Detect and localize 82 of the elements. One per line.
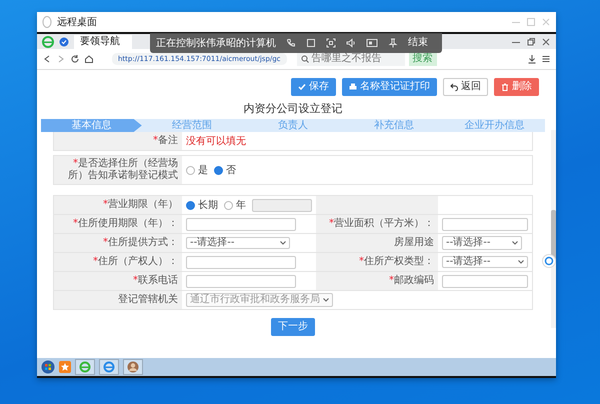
restore-icon[interactable] — [526, 36, 536, 46]
field-label: *住所使用期限（年）： — [73, 218, 178, 230]
field-label: *住所产权类型： — [359, 256, 434, 268]
field-label: *营业期限（年） — [103, 199, 178, 211]
input-field[interactable] — [186, 218, 296, 230]
monitor-icon[interactable] — [366, 38, 378, 48]
select-field[interactable]: --请选择-- — [186, 237, 290, 249]
field-label: *是否选择住所（经营场所）告知承诺制登记模式 — [67, 158, 178, 182]
back-button[interactable]: 返回 — [443, 78, 488, 96]
delete-button[interactable]: 删除 — [494, 78, 539, 96]
select-field[interactable]: --请选择-- — [442, 236, 522, 250]
search-button[interactable]: 搜索 — [408, 52, 437, 66]
browser-tab[interactable]: 要领导航 — [74, 34, 132, 48]
window-title: 远程桌面 — [57, 16, 97, 29]
taskbar-button[interactable] — [123, 359, 143, 375]
scrollbar[interactable] — [551, 130, 556, 328]
input-field[interactable] — [186, 274, 296, 288]
search-field[interactable]: 告哪里之不报告 — [296, 52, 405, 66]
radio-button[interactable] — [186, 166, 195, 174]
field-label: *备注 — [153, 135, 178, 147]
undo-icon — [450, 83, 458, 91]
menu-icon[interactable] — [541, 54, 551, 64]
fit-screen-icon[interactable] — [306, 38, 316, 48]
status-text: 正在控制张伟承昭的计算机 — [156, 36, 276, 50]
field-label: *营业面积（平方米）： — [329, 218, 434, 230]
start-orb-icon[interactable] — [41, 360, 55, 374]
back-icon[interactable] — [42, 54, 52, 64]
option-label: 年 — [236, 199, 246, 212]
field-label: *联系电话 — [133, 275, 178, 287]
step-tab[interactable]: 企业开办信息 — [444, 119, 545, 132]
input-field[interactable] — [252, 198, 312, 212]
printer-icon — [349, 83, 357, 91]
caret-icon — [518, 260, 524, 264]
option-label: 否 — [226, 164, 236, 177]
close-icon[interactable] — [541, 36, 551, 46]
phone-icon[interactable] — [286, 38, 296, 48]
input-field[interactable] — [442, 274, 528, 288]
radio-button[interactable] — [214, 166, 223, 174]
step-tab[interactable]: 基本信息 — [41, 119, 142, 132]
caret-icon — [280, 241, 286, 245]
step-tab[interactable]: 经营范围 — [142, 119, 243, 132]
next-button[interactable]: 下一步 — [271, 318, 315, 336]
forward-icon[interactable] — [56, 54, 66, 64]
field-label: 登记管辖机关 — [118, 294, 178, 306]
check-icon — [298, 83, 306, 91]
avatar-icon — [127, 361, 139, 373]
pin-icon[interactable] — [388, 38, 398, 48]
end-button[interactable]: 结束 — [408, 37, 428, 49]
radio-button[interactable] — [224, 200, 233, 210]
caret-icon — [323, 298, 329, 302]
page-title: 内资分公司设立登记 — [242, 101, 344, 117]
browser-logo-icon — [103, 361, 115, 373]
print-button[interactable]: 名称登记证打印 — [342, 78, 437, 96]
option-label: 长期 — [198, 198, 218, 212]
egg-icon — [42, 16, 52, 28]
select-field[interactable]: 通辽市行政审批和政务服务局 — [186, 293, 333, 307]
option-label: 是 — [198, 164, 208, 177]
download-icon[interactable] — [527, 54, 537, 64]
field-label: *邮政编码 — [389, 275, 434, 287]
browser-logo-icon — [42, 36, 54, 48]
select-field[interactable]: --请选择-- — [442, 256, 528, 268]
trash-icon — [501, 83, 509, 91]
refresh-icon[interactable] — [70, 54, 80, 64]
save-button[interactable]: 保存 — [291, 78, 336, 96]
browser-logo-icon — [79, 361, 91, 373]
input-field[interactable] — [186, 256, 296, 268]
step-tab[interactable]: 补充信息 — [343, 119, 444, 132]
shield-icon[interactable] — [59, 36, 69, 46]
speaker-icon[interactable] — [346, 38, 356, 48]
step-tab[interactable]: 负责人 — [242, 119, 344, 132]
radio-button[interactable] — [186, 200, 195, 210]
home-icon[interactable] — [84, 54, 94, 64]
field-label: *住所（产权人）： — [93, 256, 178, 268]
search-icon — [300, 55, 309, 63]
fullscreen-icon[interactable] — [326, 38, 336, 48]
input-field[interactable] — [442, 218, 528, 230]
field-label: *住所提供方式： — [103, 237, 178, 249]
hint-text: 没有可以填无 — [186, 134, 246, 148]
taskbar-button[interactable] — [99, 359, 119, 375]
field-label: 房屋用途 — [394, 237, 434, 249]
star-icon[interactable] — [59, 361, 71, 373]
caret-icon — [512, 241, 518, 245]
